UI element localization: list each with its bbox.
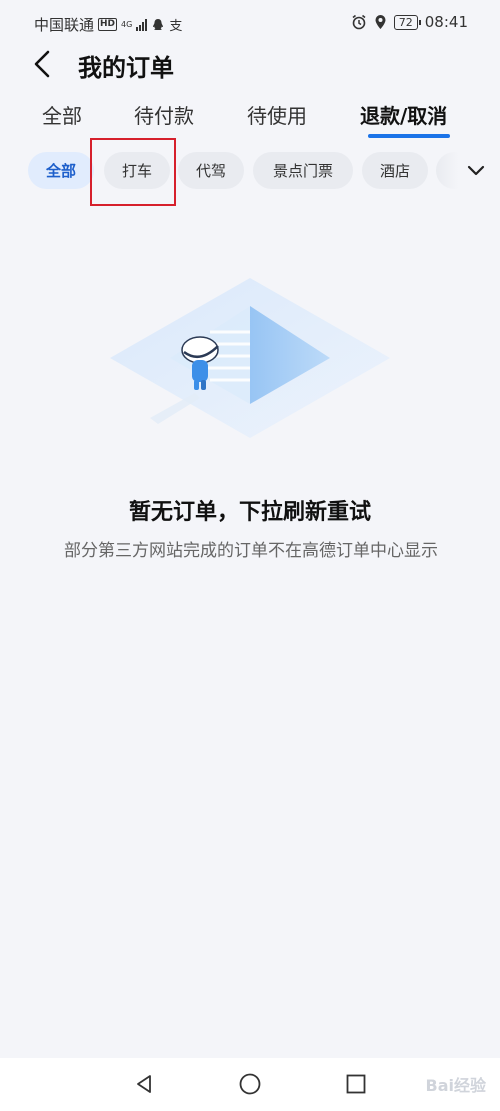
- tab-all[interactable]: 全部: [42, 100, 82, 129]
- baidu-jingyan-watermark: Bai经验: [425, 1076, 486, 1095]
- empty-state-description: 部分第三方网站完成的订单不在高德订单中心显示: [64, 541, 438, 561]
- nav-back-button[interactable]: [132, 1072, 156, 1096]
- empty-state-title: 暂无订单，下拉刷新重试: [128, 500, 371, 525]
- battery-indicator: 72: [393, 14, 421, 30]
- chip-designated-driver[interactable]: 代驾: [178, 152, 244, 189]
- circle-home-icon: [239, 1073, 261, 1095]
- active-tab-indicator: [368, 134, 450, 138]
- status-left: 中国联通 HD 4G 支: [34, 14, 182, 35]
- nav-home-button[interactable]: [238, 1072, 262, 1096]
- clock: 08:41: [424, 13, 468, 31]
- tab-to-use[interactable]: 待使用: [247, 100, 307, 129]
- triangle-back-icon: [137, 1075, 151, 1093]
- empty-orders-illustration: [110, 278, 390, 438]
- square-recents-icon: [346, 1074, 366, 1094]
- carrier-name: 中国联通: [34, 16, 95, 34]
- back-button[interactable]: [28, 46, 58, 82]
- location-icon: [375, 15, 386, 29]
- signal-icon: [136, 18, 148, 31]
- chip-all[interactable]: 全部: [28, 152, 94, 189]
- back-arrow-icon: [34, 50, 50, 78]
- nav-recents-button[interactable]: [344, 1072, 368, 1096]
- category-chips: 全部 打车 代驾 景点门票 酒店: [0, 152, 500, 190]
- alipay-icon: 支: [169, 19, 183, 34]
- chip-attraction-tickets[interactable]: 景点门票: [253, 152, 353, 189]
- hd-badge: HD: [98, 18, 118, 31]
- page-header: 我的订单: [0, 40, 500, 88]
- alarm-icon: [352, 14, 366, 30]
- chip-hotel[interactable]: 酒店: [362, 152, 428, 189]
- qq-icon: [153, 18, 164, 30]
- expand-categories-button[interactable]: [464, 160, 488, 182]
- tab-refund-cancel[interactable]: 退款/取消: [360, 100, 447, 129]
- status-right: 72 08:41: [351, 13, 468, 31]
- page-title: 我的订单: [78, 54, 174, 82]
- tab-pending-payment[interactable]: 待付款: [134, 100, 194, 129]
- annotation-highlight-box: [90, 138, 176, 206]
- network-type: 4G: [121, 19, 133, 29]
- chevron-down-icon: [467, 165, 485, 176]
